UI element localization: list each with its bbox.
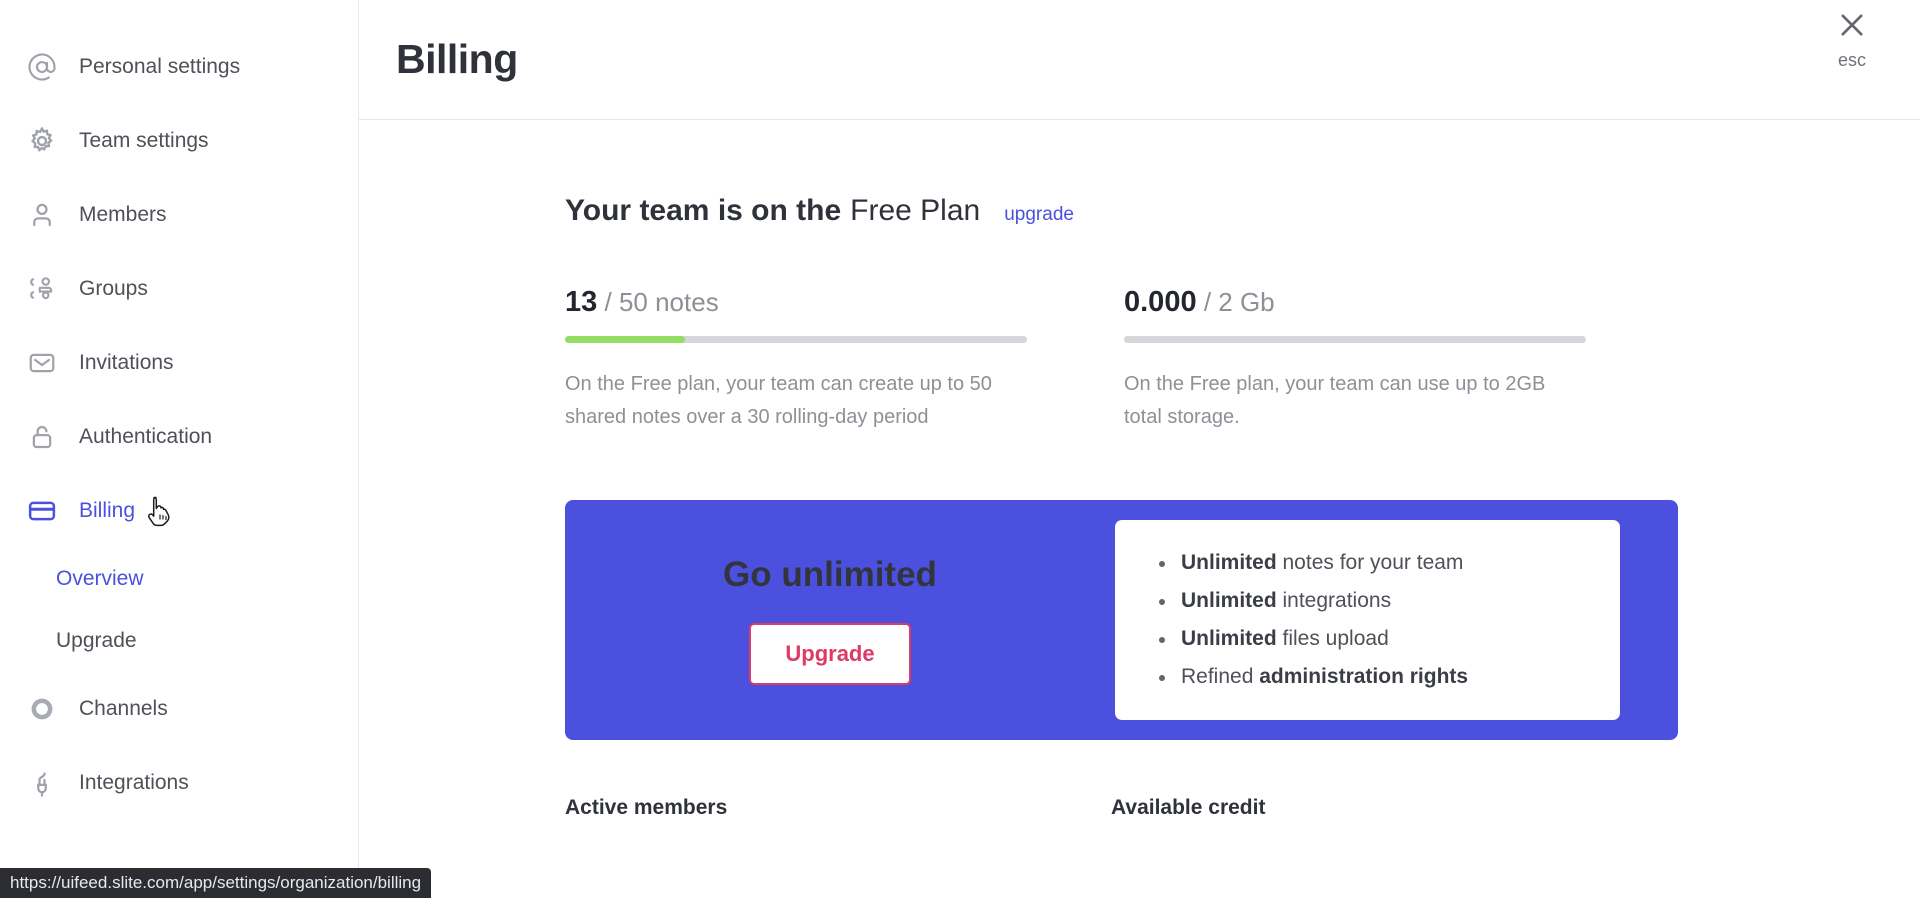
sidebar-item-members[interactable]: Members <box>0 178 358 252</box>
sidebar-item-label: Groups <box>79 277 148 300</box>
feature-rest: integrations <box>1276 589 1392 613</box>
unlock-icon <box>25 420 59 454</box>
esc-label: esc <box>1837 50 1866 70</box>
sidebar-item-label: Members <box>79 203 167 226</box>
list-item: Unlimited files upload <box>1159 627 1468 651</box>
users-icon <box>25 272 59 306</box>
feature-card: Unlimited notes for your team Unlimited … <box>1115 520 1620 721</box>
envelope-icon <box>25 346 59 380</box>
sidebar-item-label: Personal settings <box>79 55 241 78</box>
usage-limit: / 2 Gb <box>1203 287 1275 317</box>
sidebar-item-channels[interactable]: Channels <box>0 672 358 746</box>
list-item: Unlimited notes for your team <box>1159 551 1468 575</box>
usage-progress-fill <box>565 336 686 343</box>
upgrade-button[interactable]: Upgrade <box>749 623 911 686</box>
usage-limit: / 50 notes <box>604 287 719 317</box>
sidebar-subitem-overview[interactable]: Overview <box>0 548 358 610</box>
feature-rest: files upload <box>1276 627 1389 651</box>
page-title: Billing <box>396 36 518 82</box>
circle-icon <box>25 692 59 726</box>
sidebar-item-label: Team settings <box>79 129 209 152</box>
sidebar-item-label: Channels <box>79 697 168 720</box>
banner-left: Go unlimited Upgrade <box>565 555 1095 686</box>
feature-bold: administration rights <box>1259 665 1469 689</box>
plan-name: Free Plan <box>850 194 981 227</box>
at-icon <box>25 50 59 84</box>
billing-content: Your team is on the Free Plan upgrade 13… <box>359 120 1920 820</box>
usage-stats: 13 / 50 notes On the Free plan, your tea… <box>565 286 1920 433</box>
usage-value: 13 <box>565 286 598 318</box>
feature-rest: Refined <box>1181 665 1260 689</box>
plan-upgrade-link[interactable]: upgrade <box>1004 204 1074 226</box>
usage-value-row: 0.000 / 2 Gb <box>1124 286 1586 319</box>
sidebar-item-authentication[interactable]: Authentication <box>0 400 358 474</box>
credit-card-icon <box>25 494 59 528</box>
usage-progress-bar <box>1124 336 1586 343</box>
main-panel: Billing esc Your team is on the Free Pla… <box>359 0 1920 898</box>
sidebar-item-integrations[interactable]: Integrations <box>0 746 358 820</box>
close-button[interactable]: esc <box>1822 8 1882 71</box>
sidebar-item-label: Invitations <box>79 351 174 374</box>
page-header: Billing esc <box>359 0 1920 120</box>
sidebar-subitem-label: Upgrade <box>56 629 137 652</box>
usage-description: On the Free plan, your team can use up t… <box>1124 373 1546 428</box>
usage-value: 0.000 <box>1124 286 1197 318</box>
sidebar-item-groups[interactable]: Groups <box>0 252 358 326</box>
bottom-sections: Active members Available credit <box>565 796 1920 820</box>
plan-prefix: Your team is on the <box>565 194 842 227</box>
active-members-section: Active members <box>565 796 1111 820</box>
plan-heading: Your team is on the Free Plan upgrade <box>565 194 1920 228</box>
usage-progress-bar <box>565 336 1027 343</box>
sidebar-item-personal-settings[interactable]: Personal settings <box>0 30 358 104</box>
feature-bold: Unlimited <box>1181 627 1277 651</box>
available-credit-section: Available credit <box>1111 796 1657 820</box>
close-icon <box>1835 8 1869 42</box>
feature-bold: Unlimited <box>1181 551 1277 575</box>
feature-rest: notes for your team <box>1276 551 1464 575</box>
banner-title: Go unlimited <box>723 555 937 595</box>
sidebar-item-label: Integrations <box>79 771 189 794</box>
sidebar-subitem-upgrade[interactable]: Upgrade <box>0 610 358 672</box>
sidebar-item-label: Authentication <box>79 425 213 448</box>
available-credit-heading: Available credit <box>1111 796 1266 820</box>
plug-icon <box>25 766 59 800</box>
sidebar-item-billing[interactable]: Billing <box>0 474 358 548</box>
user-icon <box>25 198 59 232</box>
sidebar-item-team-settings[interactable]: Team settings <box>0 104 358 178</box>
sidebar-subitem-label: Overview <box>56 567 144 590</box>
active-members-heading: Active members <box>565 796 728 820</box>
sidebar-item-invitations[interactable]: Invitations <box>0 326 358 400</box>
list-item: Refined administration rights <box>1159 665 1468 689</box>
settings-modal: Personal settings Team settings Members <box>0 0 1920 898</box>
gear-icon <box>25 124 59 158</box>
feature-bold: Unlimited <box>1181 589 1277 613</box>
sidebar-item-label: Billing <box>79 499 136 522</box>
usage-value-row: 13 / 50 notes <box>565 286 1027 319</box>
settings-sidebar: Personal settings Team settings Members <box>0 0 359 898</box>
usage-stat-notes: 13 / 50 notes On the Free plan, your tea… <box>565 286 1027 433</box>
usage-description: On the Free plan, your team can create u… <box>565 373 992 428</box>
status-bar-url: https://uifeed.slite.com/app/settings/or… <box>0 868 432 898</box>
list-item: Unlimited integrations <box>1159 589 1468 613</box>
usage-stat-storage: 0.000 / 2 Gb On the Free plan, your team… <box>1124 286 1586 433</box>
upgrade-banner: Go unlimited Upgrade Unlimited notes for… <box>565 500 1678 741</box>
feature-list: Unlimited notes for your team Unlimited … <box>1115 551 1468 689</box>
